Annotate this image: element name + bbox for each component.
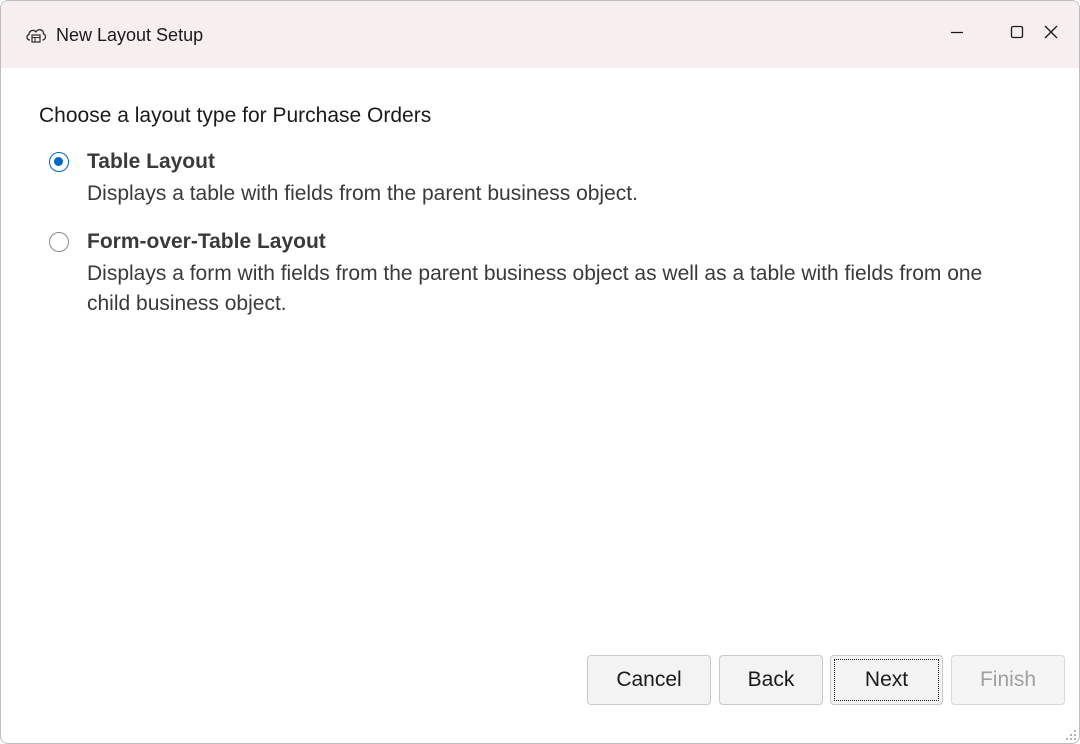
minimize-icon — [949, 24, 965, 45]
form-over-table-layout-radio[interactable] — [49, 232, 69, 252]
resize-grip-icon[interactable] — [1063, 727, 1077, 741]
option-title[interactable]: Form-over-Table Layout — [87, 228, 326, 256]
new-layout-setup-dialog: New Layout Setup Choose a layout type fo… — [0, 0, 1080, 744]
next-button[interactable]: Next — [830, 655, 943, 705]
option-title[interactable]: Table Layout — [87, 148, 215, 176]
title-bar[interactable]: New Layout Setup — [1, 1, 1079, 68]
option-description: Displays a table with fields from the pa… — [87, 182, 638, 205]
option-description: Displays a form with fields from the par… — [87, 262, 983, 315]
finish-button: Finish — [951, 655, 1065, 705]
cancel-button[interactable]: Cancel — [587, 655, 711, 705]
page-heading: Choose a layout type for Purchase Orders — [39, 104, 432, 127]
focus-ring — [834, 659, 939, 701]
close-icon — [1043, 24, 1059, 45]
cloud-layout-icon — [25, 26, 47, 44]
table-layout-radio[interactable] — [49, 152, 69, 172]
window-title: New Layout Setup — [56, 25, 204, 45]
close-button[interactable] — [1021, 1, 1079, 68]
minimize-button[interactable] — [927, 1, 987, 68]
dialog-content: Choose a layout type for Purchase Orders… — [1, 68, 1079, 743]
back-button[interactable]: Back — [719, 655, 823, 705]
